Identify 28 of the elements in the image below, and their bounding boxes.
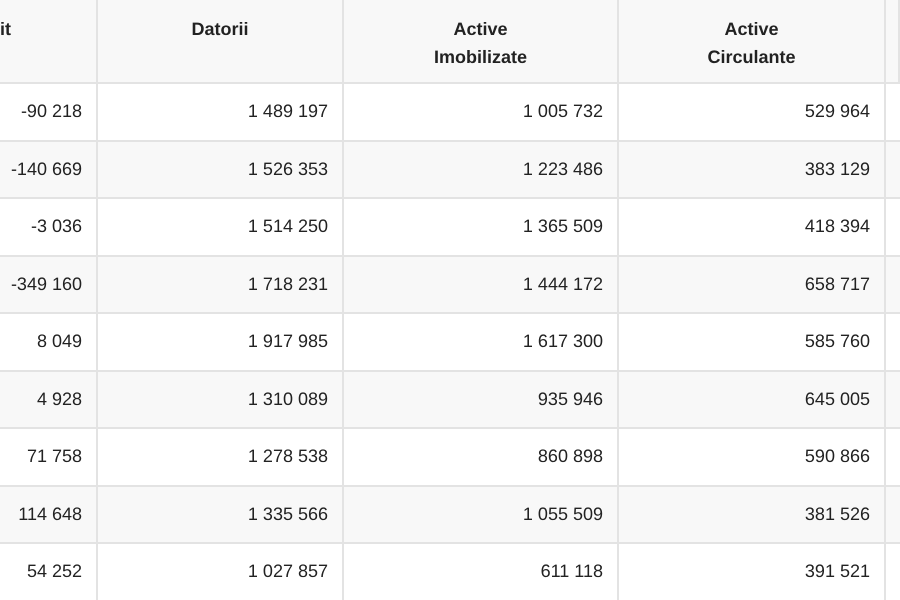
- table-cell: 1 055 509: [344, 486, 619, 544]
- table-cell: 1 223 486: [344, 142, 619, 199]
- empty-cell: [886, 486, 900, 544]
- table-cell: 54 252: [0, 544, 98, 600]
- table-cell: 1 718 231: [98, 256, 344, 314]
- table-cell: 391 521: [619, 544, 886, 600]
- table-cell: 1 526 353: [98, 142, 344, 199]
- table-cell: 645 005: [619, 372, 886, 429]
- table-cell: 1 310 089: [98, 372, 344, 429]
- table-cell: 935 946: [344, 372, 619, 429]
- table-cell: -349 160: [0, 256, 98, 314]
- table-cell: 4 928: [0, 372, 98, 429]
- table-cell: 114 648: [0, 486, 98, 544]
- column-header: Active Imobilizate: [344, 0, 619, 84]
- table-cell: 611 118: [344, 544, 619, 600]
- column-header: it: [0, 0, 98, 84]
- table-cell: 381 526: [619, 486, 886, 544]
- column-header: Datorii: [98, 0, 344, 84]
- table-cell: 1 335 566: [98, 486, 344, 544]
- empty-cell: [886, 256, 900, 314]
- table-cell: 658 717: [619, 256, 886, 314]
- table-cell: 1 444 172: [344, 256, 619, 314]
- column-header: Active Circulante: [619, 0, 886, 84]
- table-cell: 1 027 857: [98, 544, 344, 600]
- empty-cell: [886, 372, 900, 429]
- table-cell: -140 669: [0, 142, 98, 199]
- table-cell: 383 129: [619, 142, 886, 199]
- empty-cell: [886, 142, 900, 199]
